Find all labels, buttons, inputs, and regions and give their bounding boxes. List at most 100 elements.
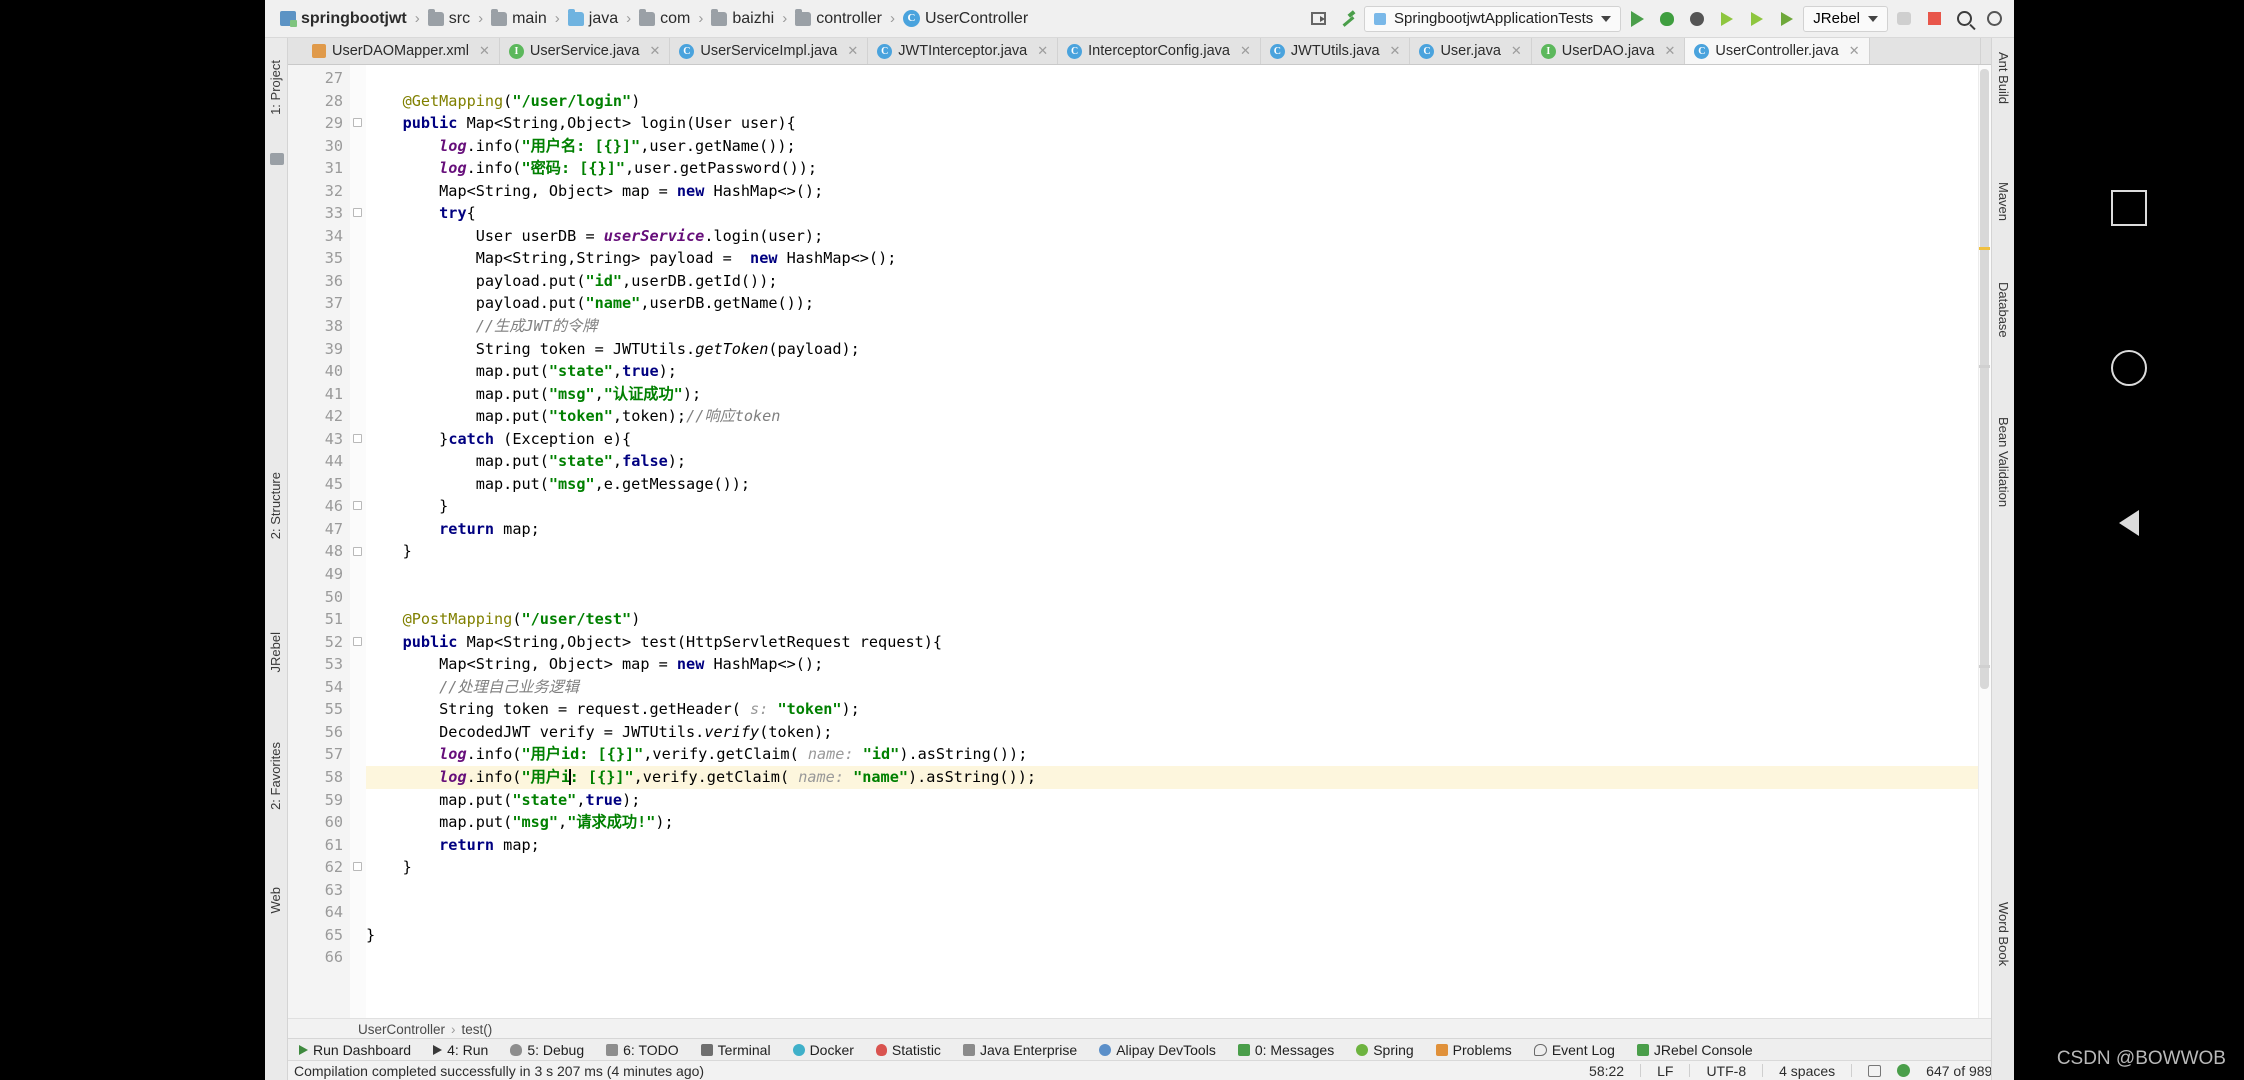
tool-button-messages[interactable]: 0: Messages [1227, 1039, 1345, 1061]
breadcrumb-item-controller[interactable]: controller [788, 6, 889, 32]
code-line[interactable]: log.info("用户名: [{}]",user.getName()); [366, 135, 1991, 158]
tool-button-run-dashboard[interactable]: Run Dashboard [288, 1039, 422, 1061]
code-editor[interactable]: 27 28 29 30 31 32 33 34 35 36 37 38 39 40 41 42 43 44 45 46… [288, 65, 1991, 1018]
code-line[interactable]: log.info("用户i: [{}]",verify.getClaim( na… [366, 765, 1991, 789]
breadcrumb-item-baizhi[interactable]: baizhi [704, 6, 781, 32]
tab-userservice-java[interactable]: I UserService.java ✕ [499, 38, 671, 64]
breadcrumb-item-com[interactable]: com [632, 6, 697, 32]
caret-position[interactable]: 58:22 [1589, 1063, 1624, 1079]
tool-button-event-log[interactable]: Event Log [1523, 1039, 1626, 1061]
code-line[interactable]: @GetMapping("/user/login") [366, 90, 1991, 113]
code-line[interactable]: @PostMapping("/user/test") [366, 608, 1991, 631]
tab-usercontroller-java[interactable]: C UserController.java ✕ [1685, 38, 1870, 64]
code-line[interactable]: User userDB = userService.login(user); [366, 225, 1991, 248]
code-line[interactable]: DecodedJWT verify = JWTUtils.verify(toke… [366, 721, 1991, 744]
jrebel-selector[interactable]: JRebel [1803, 5, 1888, 32]
fold-marker[interactable] [353, 546, 362, 556]
tab-close-icon[interactable]: ✕ [847, 43, 858, 59]
breadcrumb-item-main[interactable]: main [484, 6, 554, 32]
attach-profiler-icon[interactable] [1890, 5, 1918, 33]
file-encoding[interactable]: UTF-8 [1706, 1063, 1746, 1079]
select-in-window-icon[interactable] [1304, 5, 1332, 33]
tab-close-icon[interactable]: ✕ [1664, 43, 1675, 59]
android-home-button[interactable] [2111, 350, 2147, 386]
sidebar-item-jrebel[interactable]: JRebel [268, 628, 283, 676]
code-line[interactable] [366, 879, 1991, 902]
code-line[interactable]: return map; [366, 518, 1991, 541]
breadcrumb-item-project[interactable]: springbootjwt [273, 6, 414, 32]
sidebar-item-maven[interactable]: Maven [1996, 178, 2011, 225]
code-line[interactable]: log.info("用户id: [{}]",verify.getClaim( n… [366, 743, 1991, 766]
code-line[interactable]: String token = request.getHeader( s: "to… [366, 698, 1991, 721]
breadcrumb-item-src[interactable]: src [421, 6, 477, 32]
jrebel-run-button[interactable] [1713, 5, 1741, 33]
tool-button-jrebel-console[interactable]: JRebel Console [1626, 1039, 1764, 1061]
tool-button-problems[interactable]: Problems [1425, 1039, 1523, 1061]
jrebel-status-icon[interactable] [1897, 1064, 1911, 1077]
tab-jwtinterceptor-java[interactable]: C JWTInterceptor.java ✕ [868, 38, 1059, 64]
code-line[interactable]: payload.put("id",userDB.getId()); [366, 270, 1991, 293]
build-hammer-icon[interactable] [1334, 5, 1362, 33]
tab-close-icon[interactable]: ✕ [1511, 43, 1522, 59]
code-line[interactable]: Map<String, Object> map = new HashMap<>(… [366, 180, 1991, 203]
breadcrumb-class[interactable]: UserController [358, 1022, 445, 1037]
code-content[interactable]: @GetMapping("/user/login") public Map<St… [366, 65, 1991, 1018]
run-configuration-selector[interactable]: SpringbootjwtApplicationTests [1364, 5, 1622, 32]
code-line[interactable]: return map; [366, 834, 1991, 857]
code-line[interactable] [366, 946, 1991, 969]
run-with-coverage-button[interactable] [1683, 5, 1711, 33]
fold-marker[interactable] [353, 501, 362, 511]
editor-gutter[interactable]: 27 28 29 30 31 32 33 34 35 36 37 38 39 40 41 42 43 44 45 46… [288, 65, 366, 1018]
breadcrumb-item-java[interactable]: java [561, 6, 625, 32]
tab-userdao-java[interactable]: I UserDAO.java ✕ [1531, 38, 1686, 64]
tool-button-terminal[interactable]: Terminal [690, 1039, 782, 1061]
sidebar-item-word-book[interactable]: Word Book [1996, 898, 2011, 970]
code-line[interactable]: map.put("state",false); [366, 450, 1991, 473]
tool-button-alipay-devtools[interactable]: Alipay DevTools [1088, 1039, 1227, 1061]
settings-gear-icon[interactable] [1980, 5, 2008, 33]
sidebar-item-database[interactable]: Database [1996, 278, 2011, 342]
tool-button-spring[interactable]: Spring [1345, 1039, 1424, 1061]
tool-button-todo[interactable]: 6: TODO [595, 1039, 690, 1061]
code-line[interactable]: Map<String, Object> map = new HashMap<>(… [366, 653, 1991, 676]
tool-button-run[interactable]: 4: Run [422, 1039, 499, 1061]
tab-close-icon[interactable]: ✕ [1037, 43, 1048, 59]
tab-user-java[interactable]: C User.java ✕ [1410, 38, 1532, 64]
tool-button-docker[interactable]: Docker [782, 1039, 865, 1061]
scrollbar-thumb[interactable] [1980, 69, 1989, 689]
fold-marker[interactable] [353, 636, 362, 646]
lock-icon[interactable] [1868, 1064, 1882, 1077]
sidebar-item-favorites[interactable]: 2: Favorites [268, 738, 283, 814]
tool-button-statistic[interactable]: Statistic [865, 1039, 952, 1061]
debug-button[interactable] [1653, 5, 1681, 33]
tab-close-icon[interactable]: ✕ [1240, 43, 1251, 59]
android-recents-button[interactable] [2111, 190, 2147, 226]
sidebar-item-ant-build[interactable]: Ant Build [1996, 48, 2011, 108]
sidebar-item-bean-validation[interactable]: Bean Validation [1996, 413, 2011, 511]
tab-userserviceimpl-java[interactable]: C UserServiceImpl.java ✕ [670, 38, 869, 64]
code-line[interactable] [366, 67, 1991, 90]
tab-jwtutils-java[interactable]: C JWTUtils.java ✕ [1260, 38, 1411, 64]
run-button[interactable] [1623, 5, 1651, 33]
tab-close-icon[interactable]: ✕ [649, 43, 660, 59]
code-line[interactable]: } [366, 924, 1991, 947]
tool-button-java-enterprise[interactable]: Java Enterprise [952, 1039, 1088, 1061]
jrebel-debug-button[interactable] [1743, 5, 1771, 33]
code-line[interactable]: } [366, 540, 1991, 563]
stop-button[interactable] [1920, 5, 1948, 33]
code-line[interactable]: try{ [366, 202, 1991, 225]
sidebar-item-structure[interactable]: 2: Structure [268, 468, 283, 543]
tab-userdaomapper-xml[interactable]: UserDAOMapper.xml ✕ [303, 38, 500, 64]
code-line[interactable]: public Map<String,Object> test(HttpServl… [366, 631, 1991, 654]
sidebar-item-project[interactable]: 1: Project [268, 56, 283, 119]
sidebar-item-web[interactable]: Web [268, 883, 283, 918]
code-line[interactable]: //处理自己业务逻辑 [366, 676, 1991, 699]
code-line[interactable]: map.put("msg","认证成功"); [366, 383, 1991, 406]
jrebel-profile-button[interactable] [1773, 5, 1801, 33]
search-everywhere-icon[interactable] [1950, 5, 1978, 33]
line-separator[interactable]: LF [1657, 1063, 1673, 1079]
code-line[interactable]: String token = JWTUtils.getToken(payload… [366, 338, 1991, 361]
tool-button-debug[interactable]: 5: Debug [499, 1039, 595, 1061]
code-line[interactable]: } [366, 495, 1991, 518]
code-line[interactable] [366, 586, 1991, 609]
